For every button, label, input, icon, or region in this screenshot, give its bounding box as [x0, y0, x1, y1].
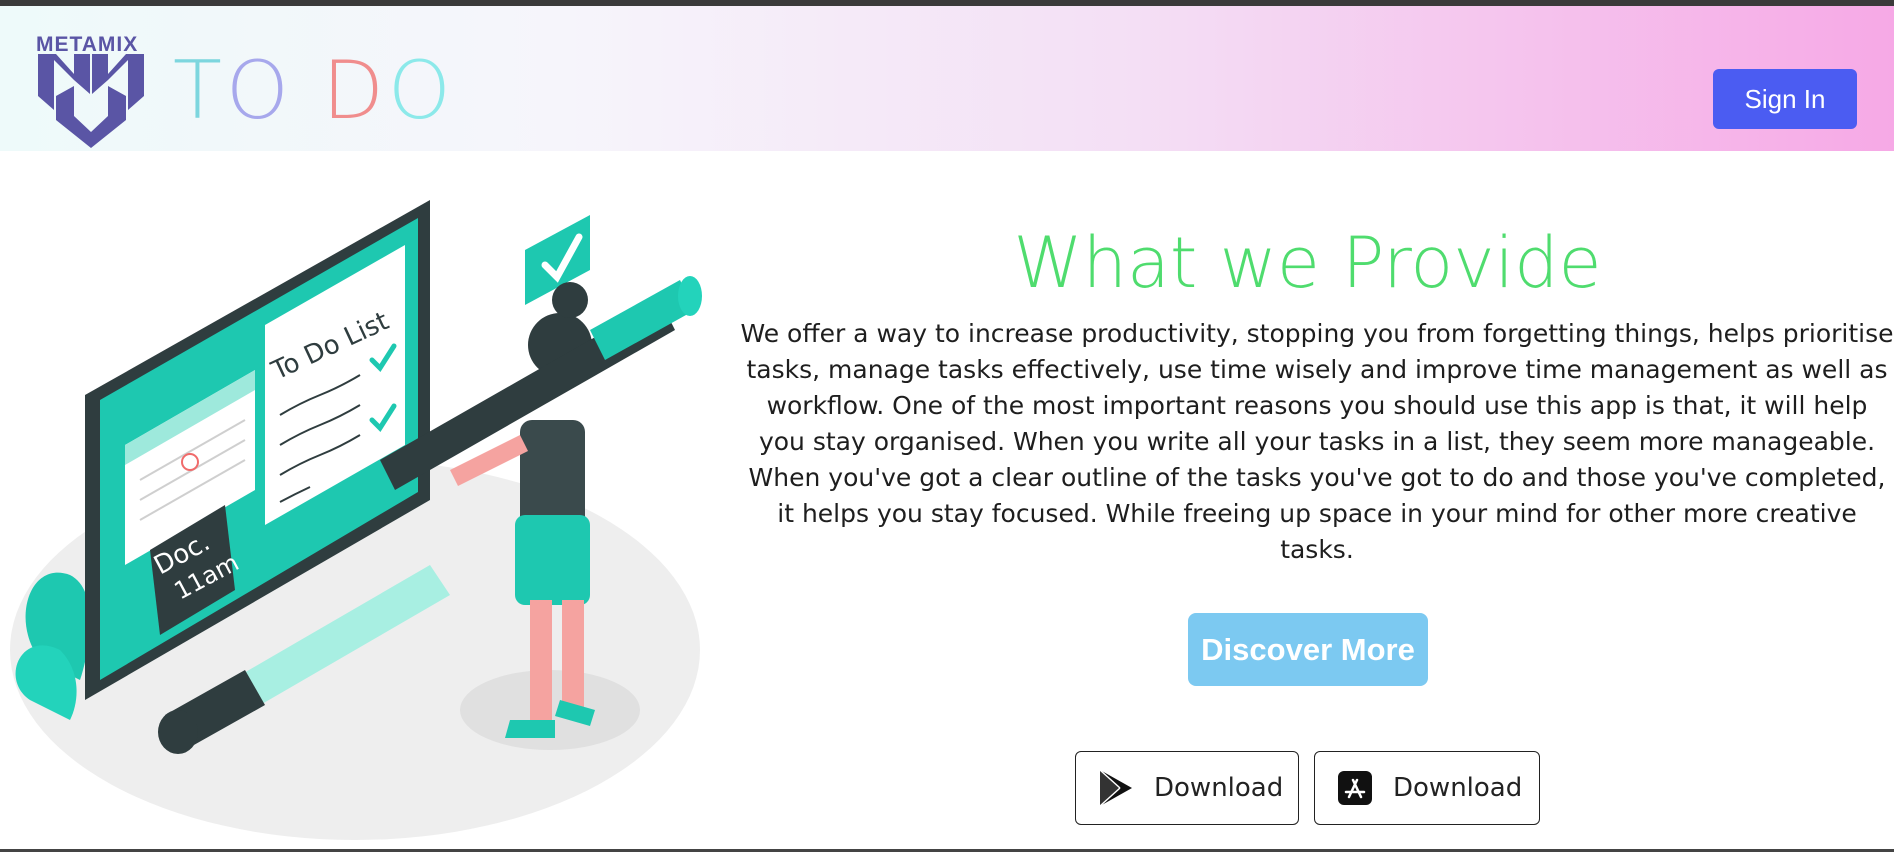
- brand-title: TO DO: [173, 44, 455, 138]
- hero-description: We offer a way to increase productivity,…: [740, 319, 1894, 564]
- sign-in-button[interactable]: Sign In: [1713, 69, 1857, 129]
- brand-letter-d: D: [322, 44, 388, 137]
- brand-letter-o2: O: [387, 44, 455, 137]
- download-label-play: Download: [1154, 773, 1284, 803]
- app-store-download-button[interactable]: Download: [1314, 751, 1540, 825]
- discover-more-button[interactable]: Discover More: [1188, 613, 1428, 686]
- app-store-icon: [1338, 771, 1372, 805]
- google-play-download-button[interactable]: Download: [1075, 751, 1299, 825]
- download-label-appstore: Download: [1393, 773, 1523, 803]
- google-play-icon: [1099, 769, 1132, 807]
- todo-board-illustration: Doc. 11am To Do List: [10, 200, 702, 840]
- hero-title: What we Provide: [1013, 222, 1602, 304]
- site-header: METAMIX TO DO Sign In: [0, 6, 1894, 151]
- brand-letter-t: T: [173, 44, 226, 137]
- brand-space: [293, 44, 322, 137]
- brand-letter-o: O: [225, 44, 293, 137]
- metamix-logo-icon: [38, 54, 144, 148]
